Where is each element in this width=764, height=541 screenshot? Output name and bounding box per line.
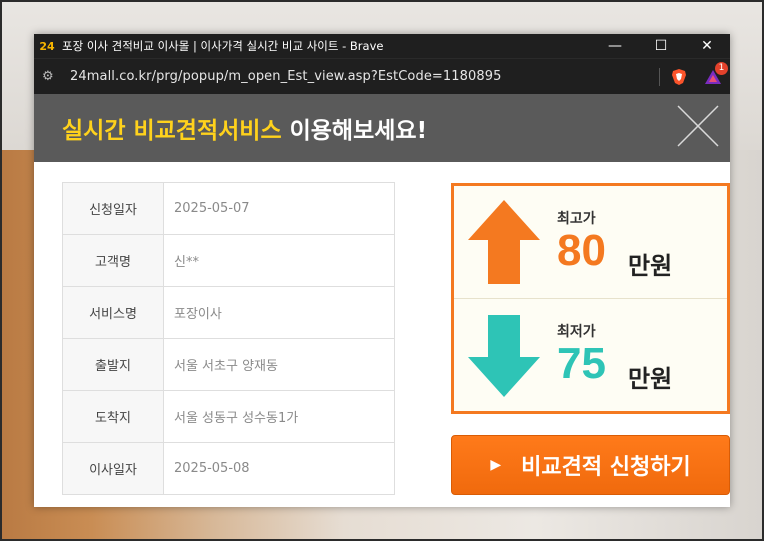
table-row: 고객명 신**	[62, 234, 395, 287]
window-title: 포장 이사 견적비교 이사몰 | 이사가격 실시간 비교 사이트 - Brave	[62, 39, 384, 53]
row-value: 2025-05-07	[163, 182, 395, 235]
arrow-down-icon	[468, 315, 540, 397]
promo-banner: 실시간 비교견적서비스 이용해보세요!	[34, 94, 730, 162]
highest-price-row: 최고가 80 만원	[454, 186, 727, 298]
highest-price-value: 80	[557, 226, 606, 275]
row-label: 이사일자	[62, 442, 164, 495]
maximize-button[interactable]: ☐	[638, 34, 684, 58]
row-label: 고객명	[62, 234, 164, 287]
highest-price-unit: 만원	[628, 252, 673, 280]
estimate-info-table: 신청일자 2025-05-07 고객명 신** 서비스명 포장이사 출발지 서울…	[62, 182, 395, 495]
row-label: 출발지	[62, 338, 164, 391]
lowest-price-label: 최저가	[557, 324, 596, 340]
row-value: 서울 서초구 양재동	[163, 338, 395, 391]
brave-shield-icon[interactable]	[670, 68, 688, 86]
rewards-triangle-icon[interactable]: 1	[704, 61, 728, 86]
url-text[interactable]: 24mall.co.kr/prg/popup/m_open_Est_view.a…	[70, 69, 649, 84]
banner-highlight: 실시간 비교견적서비스	[62, 118, 282, 144]
request-estimate-label: 비교견적 신청하기	[521, 455, 691, 480]
app-logo-icon: 24	[39, 39, 55, 53]
row-value: 포장이사	[163, 286, 395, 339]
title-bar: 24 포장 이사 견적비교 이사몰 | 이사가격 실시간 비교 사이트 - Br…	[34, 34, 730, 58]
site-settings-icon[interactable]: ⚙	[42, 69, 58, 84]
highest-price-label: 최고가	[557, 211, 596, 227]
banner-text: 이용해보세요!	[289, 118, 428, 144]
arrow-up-icon	[468, 200, 540, 284]
table-row: 서비스명 포장이사	[62, 286, 395, 339]
divider	[659, 67, 660, 86]
lowest-price-row: 최저가 75 만원	[454, 298, 727, 410]
popup-window: 24 포장 이사 견적비교 이사몰 | 이사가격 실시간 비교 사이트 - Br…	[34, 34, 730, 507]
price-summary-box: 최고가 80 만원 최저가 75 만원	[451, 183, 730, 414]
close-icon[interactable]	[674, 102, 722, 150]
row-label: 서비스명	[62, 286, 164, 339]
row-label: 도착지	[62, 390, 164, 443]
table-row: 신청일자 2025-05-07	[62, 182, 395, 235]
main-content: 신청일자 2025-05-07 고객명 신** 서비스명 포장이사 출발지 서울…	[34, 162, 730, 507]
play-arrow-icon: ▶	[490, 457, 502, 473]
rewards-badge: 1	[715, 61, 728, 75]
row-value: 2025-05-08	[163, 442, 395, 495]
request-estimate-button[interactable]: ▶ 비교견적 신청하기	[451, 435, 730, 495]
address-bar[interactable]: ⚙ 24mall.co.kr/prg/popup/m_open_Est_view…	[34, 58, 730, 94]
table-row: 이사일자 2025-05-08	[62, 442, 395, 495]
row-value: 신**	[163, 234, 395, 287]
lowest-price-value: 75	[557, 339, 606, 388]
minimize-button[interactable]: —	[592, 34, 638, 58]
table-row: 출발지 서울 서초구 양재동	[62, 338, 395, 391]
row-value: 서울 성동구 성수동1가	[163, 390, 395, 443]
table-row: 도착지 서울 성동구 성수동1가	[62, 390, 395, 443]
close-window-button[interactable]: ✕	[684, 34, 730, 58]
lowest-price-unit: 만원	[628, 365, 673, 393]
row-label: 신청일자	[62, 182, 164, 235]
